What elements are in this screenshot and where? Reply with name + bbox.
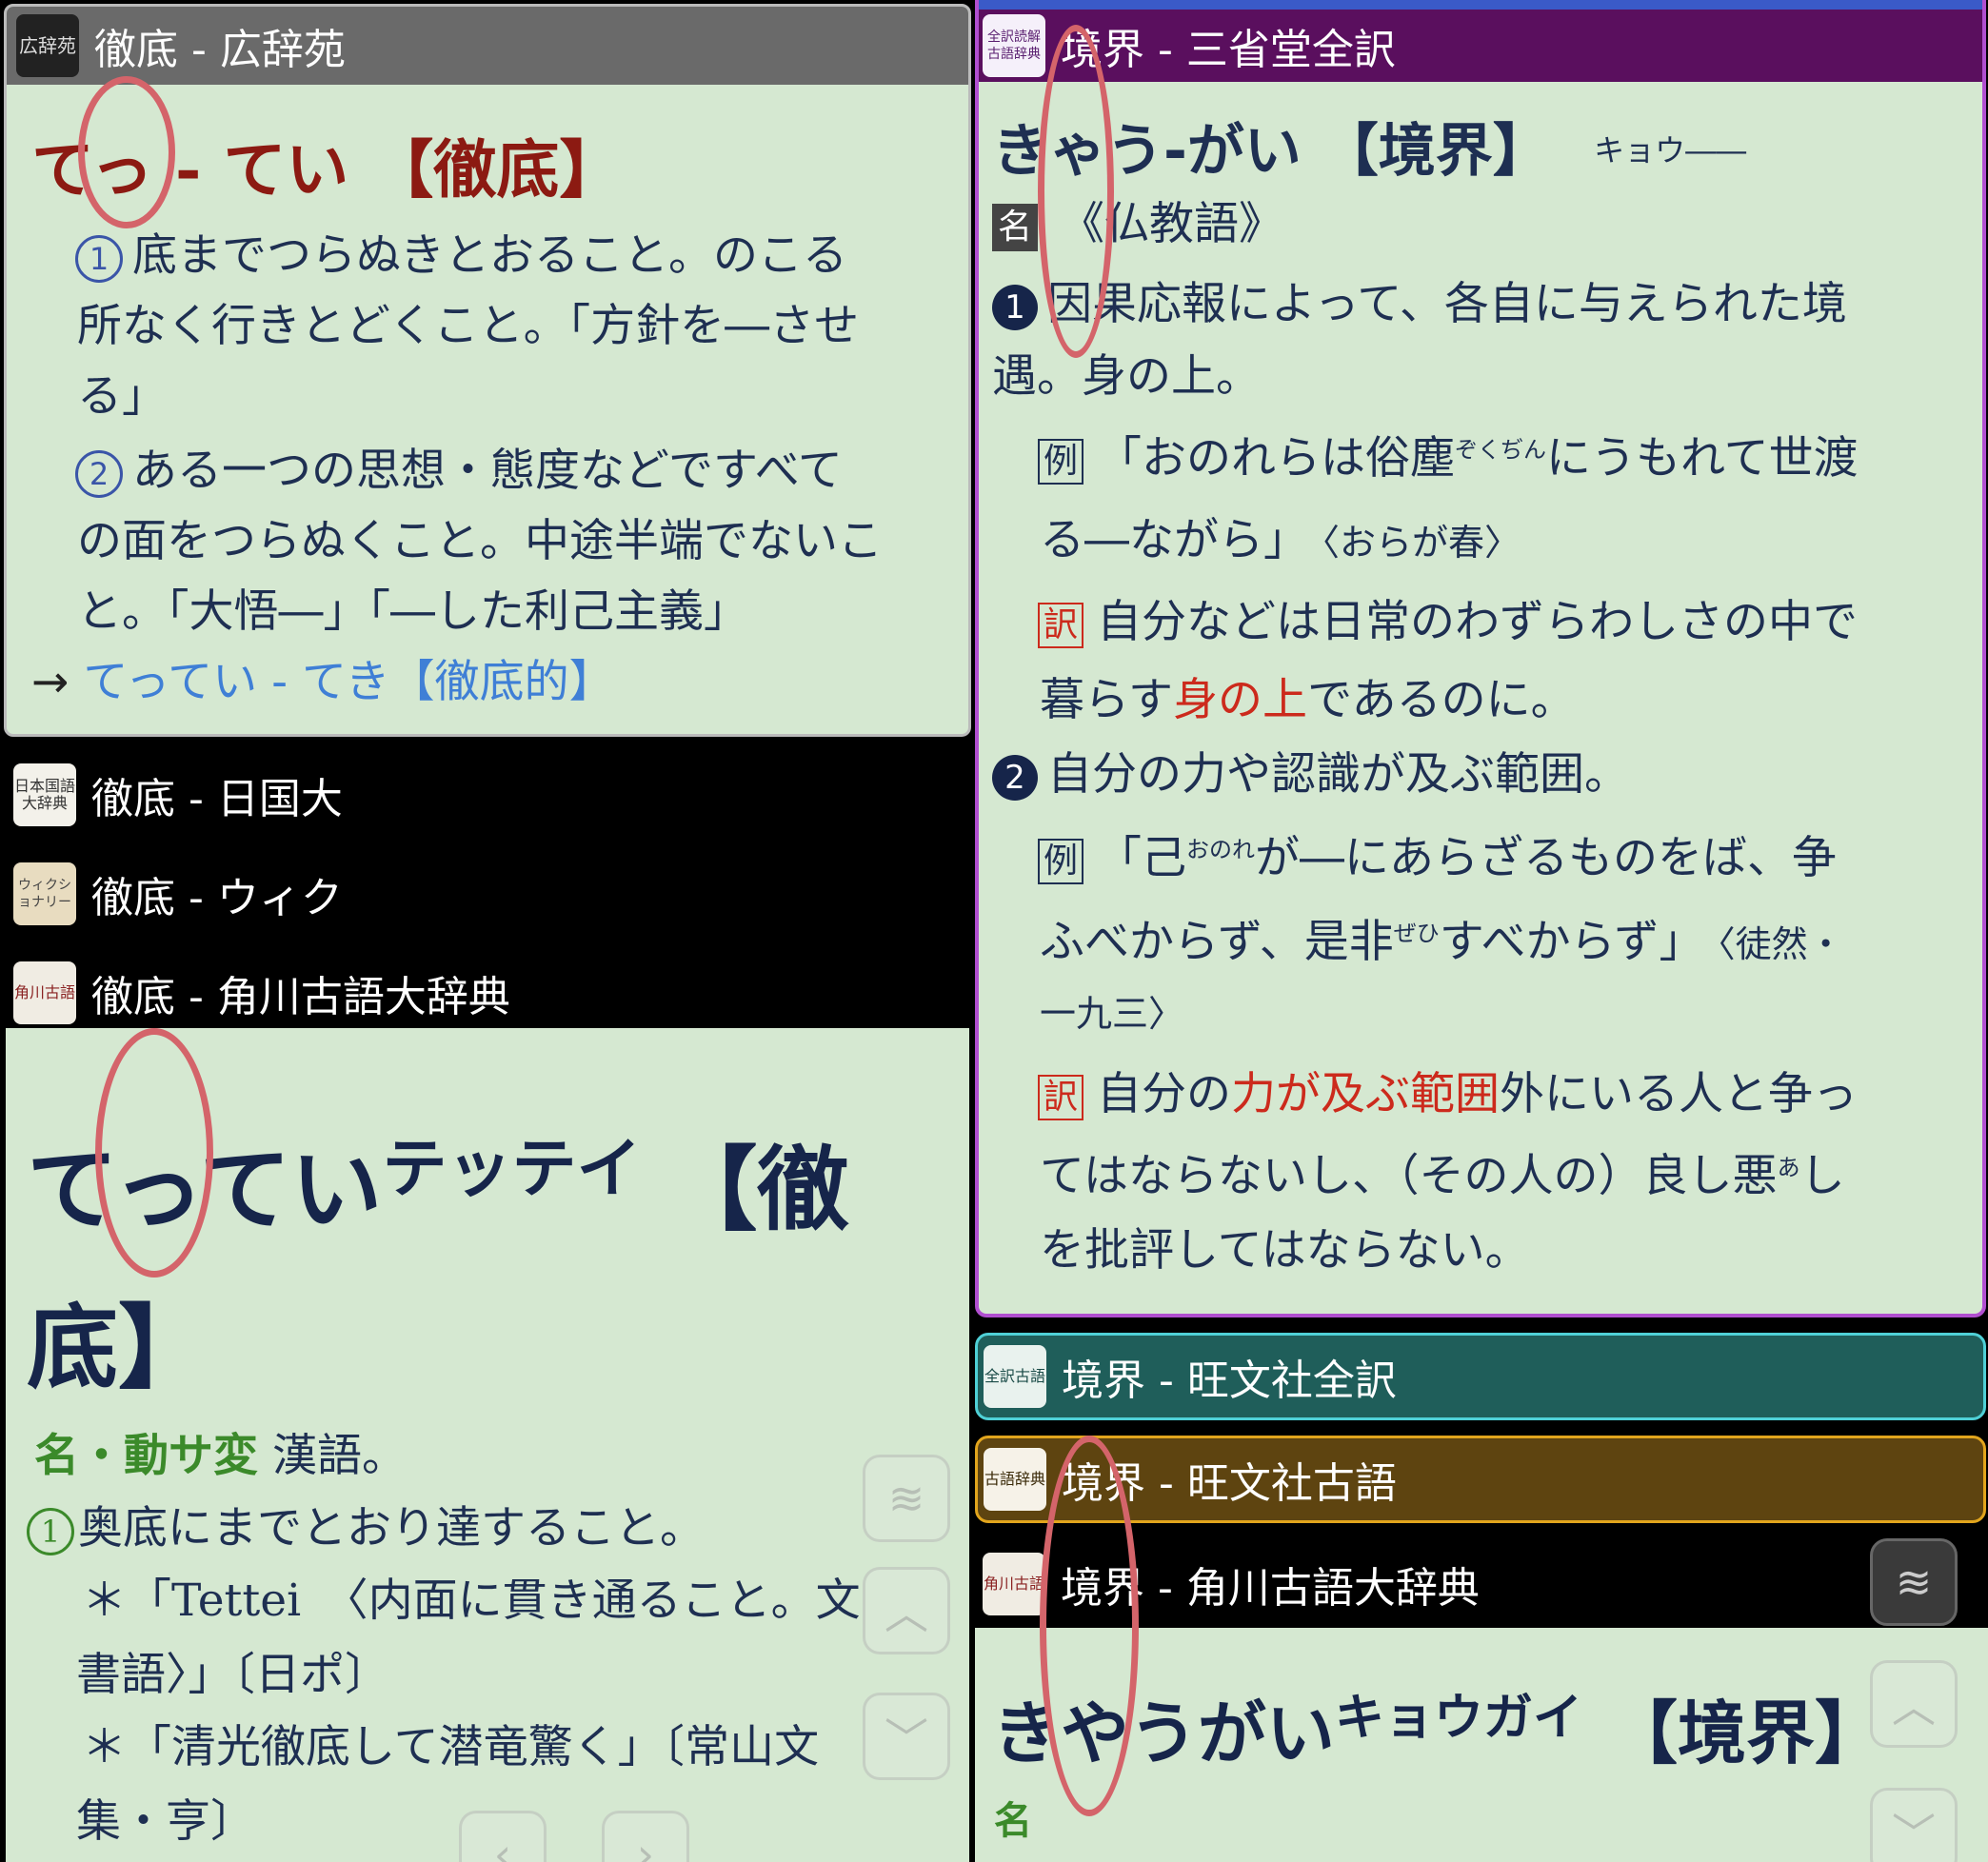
kadokawa-pos-line: 名・動サ変 漢語。 bbox=[34, 1430, 407, 1482]
example-tag: 例 bbox=[1038, 838, 1084, 884]
scroll-down-button[interactable]: ﹀ bbox=[1870, 1788, 1958, 1862]
sanseido-sense1-line-2: 遇。身の上。 bbox=[992, 350, 1261, 403]
dict-row-wiktionary[interactable]: ウィクショナリー 徹底 - ウィク bbox=[13, 861, 965, 927]
sanseido-pane: 全訳読解古語辞典 境界 - 三省堂全訳 きゃう-がい 【境界】 キョウ―― 名 … bbox=[975, 0, 1986, 1317]
koujien-line-3: る」 bbox=[77, 370, 167, 423]
sense-number-1: 1 bbox=[75, 234, 123, 283]
dict-row-title: 徹底 - ウィク bbox=[91, 874, 343, 922]
sanseido-example1-line-2: る―ながら」 〈おらが春〉 bbox=[1040, 514, 1521, 566]
dict-row-title: 境界 - 旺文社全訳 bbox=[1062, 1357, 1397, 1405]
kadokawa-icon: 角川古語 bbox=[13, 961, 76, 1024]
koujien-line-2: 所なく行きとどくこと。「方針を―させ bbox=[77, 300, 860, 352]
part-of-speech: 名・動サ変 bbox=[34, 1430, 258, 1482]
highlight-text: 身の上 bbox=[1173, 674, 1308, 726]
sanseido-example2-line-1: 例「己おのれが―にあらざるものをば、争 bbox=[1038, 821, 1837, 886]
nikkokudai-icon: 日本国語大辞典 bbox=[13, 763, 76, 826]
sanseido-translation2-line-3: を批評してはならない。 bbox=[1040, 1224, 1530, 1277]
reading: キョウ―― bbox=[1594, 132, 1747, 168]
sanseido-example2-line-2: ふべからず、是非ぜひすべからず」 〈徒然・ bbox=[1040, 916, 1844, 968]
example-tag: 例 bbox=[1038, 438, 1084, 485]
highlight-text: 力が及ぶ範囲 bbox=[1231, 1068, 1501, 1120]
sanseido-translation2-line-1: 訳自分の力が及ぶ範囲外にいる人と争っ bbox=[1038, 1057, 1858, 1122]
koujien-line-1: 1 底までつらぬきとおること。のこる bbox=[75, 218, 847, 284]
kadokawa-line-3: 書語〉」〔日ポ〕 bbox=[76, 1649, 389, 1701]
highlight-oval bbox=[1040, 1436, 1139, 1816]
sanseido-icon: 全訳読解古語辞典 bbox=[983, 14, 1045, 77]
kadokawa-line-2: ＊「Tettei 〈内面に貫き通ること。文 bbox=[82, 1575, 861, 1627]
sanseido-translation1-line-1: 訳自分などは日常のわずらわしさの中で bbox=[1038, 584, 1858, 650]
koujien-link[interactable]: てってい - てき【徹底的】 bbox=[83, 656, 613, 708]
highlight-oval bbox=[1038, 25, 1114, 358]
kadokawa-headword-line-2: 底】 bbox=[27, 1294, 209, 1401]
koujien-link-row[interactable]: → てってい - てき【徹底的】 bbox=[31, 644, 614, 710]
koujien-icon: 広辞苑 bbox=[16, 14, 79, 77]
koujien-line-5: の面をつらぬくこと。中途半端でないこ bbox=[77, 515, 883, 567]
scroll-down-button[interactable]: ﹀ bbox=[863, 1693, 950, 1780]
dict-row-kadokawa[interactable]: 角川古語 徹底 - 角川古語大辞典 bbox=[13, 960, 965, 1026]
sanseido-sense1-line-1: 1 因果応報によって、各自に与えられた境 bbox=[992, 267, 1847, 332]
koujien-title: 徹底 - 広辞苑 bbox=[94, 26, 346, 74]
noun-tag: 名 bbox=[992, 203, 1039, 251]
highlight-oval bbox=[78, 76, 175, 228]
kadokawa-icon: 角川古語 bbox=[983, 1553, 1045, 1615]
part-of-speech: 名 bbox=[994, 1799, 1032, 1843]
sense-number-1: 1 bbox=[27, 1508, 74, 1555]
headword-kanji: 【境界】 bbox=[1609, 1693, 1884, 1773]
dict-row-obunsha-zenyaku[interactable]: 全訳古語 境界 - 旺文社全訳 bbox=[975, 1333, 1986, 1420]
kadokawa-line-4: ＊「清光徹底して潜竜驚く」〔常山文 bbox=[82, 1721, 820, 1773]
kadokawa-line-5: 集・亨〕 bbox=[76, 1795, 255, 1848]
dict-row-nikkokudai[interactable]: 日本国語大辞典 徹底 - 日国大 bbox=[13, 762, 965, 828]
dict-row-title: 徹底 - 日国大 bbox=[91, 775, 343, 823]
arrow-icon: → bbox=[31, 656, 70, 708]
sense-number-1: 1 bbox=[992, 284, 1038, 330]
back-button[interactable]: ‹ bbox=[459, 1811, 547, 1862]
sanseido-translation1-line-2: 暮らす身の上であるのに。 bbox=[1040, 674, 1576, 726]
layers-button[interactable]: ≋ bbox=[1870, 1538, 1958, 1626]
obunsha-zenyaku-icon: 全訳古語 bbox=[984, 1345, 1046, 1408]
obunsha-kogo-icon: 古語辞典 bbox=[984, 1448, 1046, 1511]
sanseido-translation2-line-2: てはならないし、（その人の）良し悪あし bbox=[1040, 1150, 1845, 1202]
sanseido-title: 境界 - 三省堂全訳 bbox=[1061, 26, 1396, 74]
highlight-oval bbox=[95, 1028, 213, 1278]
sanseido-pos-row: 名 《仏教語》 bbox=[992, 187, 1283, 252]
translation-tag: 訳 bbox=[1038, 1074, 1084, 1120]
headword-katakana: テッテイ bbox=[382, 1131, 642, 1207]
dict-row-title: 徹底 - 角川古語大辞典 bbox=[91, 973, 510, 1021]
sanseido-example2-line-3: 一九三〉 bbox=[1040, 993, 1185, 1035]
sanseido-example1-line-1: 例「おのれらは俗塵ぞくぢんにうもれて世渡 bbox=[1038, 421, 1859, 486]
sanseido-title-bar[interactable]: 全訳読解古語辞典 境界 - 三省堂全訳 bbox=[979, 0, 1982, 82]
scroll-up-button[interactable]: ︿ bbox=[863, 1567, 950, 1654]
koujien-line-4: 2 ある一つの思想・態度などですべて bbox=[75, 433, 843, 499]
wiktionary-icon: ウィクショナリー bbox=[13, 862, 76, 925]
sense-number-2: 2 bbox=[992, 754, 1038, 801]
layers-button[interactable]: ≋ bbox=[863, 1455, 950, 1542]
translation-tag: 訳 bbox=[1038, 602, 1084, 648]
sanseido-sense2-line: 2 自分の力や認識が及ぶ範囲。 bbox=[992, 737, 1629, 802]
forward-button[interactable]: › bbox=[602, 1811, 689, 1862]
kadokawa-line-1: 1 奥底にまでとおり達すること。 bbox=[27, 1491, 705, 1556]
scroll-up-button[interactable]: ︿ bbox=[1870, 1660, 1958, 1748]
headword-katakana: キョウガイ bbox=[1335, 1689, 1583, 1747]
headword-kanji: 【徹 bbox=[666, 1136, 849, 1243]
koujien-line-6: と。「大悟―」「―した利己主義」 bbox=[77, 585, 748, 638]
sense-number-2: 2 bbox=[75, 449, 123, 498]
koujien-title-bar[interactable]: 広辞苑 徹底 - 広辞苑 bbox=[7, 7, 968, 85]
